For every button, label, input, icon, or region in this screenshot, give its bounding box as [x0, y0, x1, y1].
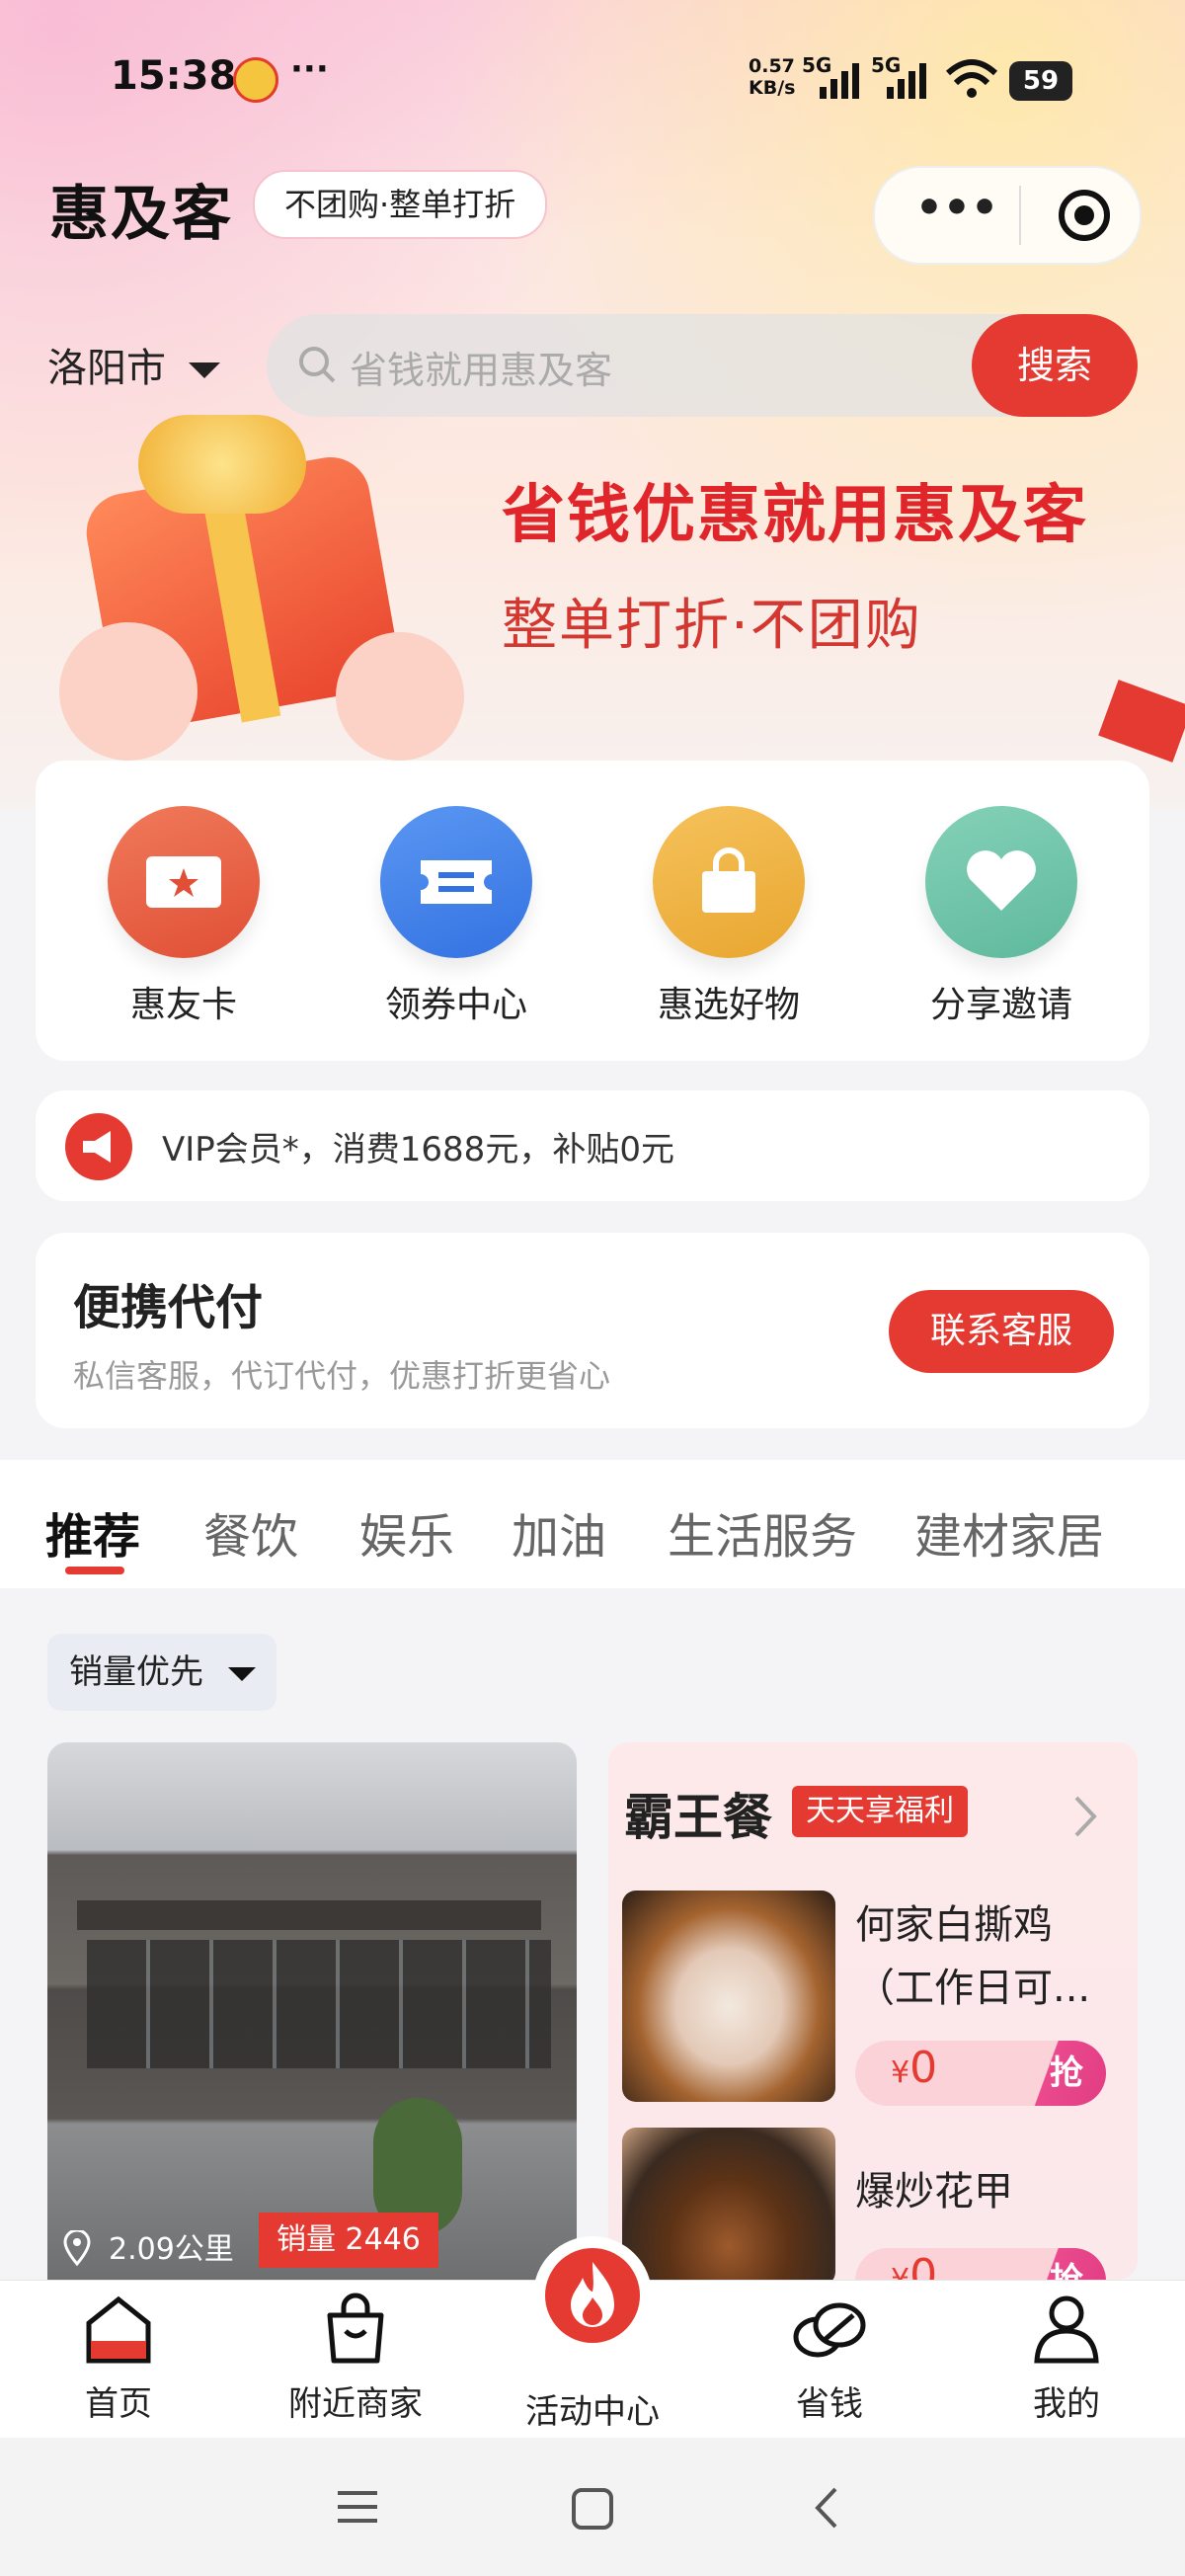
price-number: 0: [909, 2043, 938, 2093]
store-facade-band: [77, 1900, 541, 1930]
dish-image[interactable]: [622, 2128, 835, 2286]
hand-right: [336, 632, 464, 761]
tab-home-building[interactable]: 建材家居: [914, 1497, 1104, 1567]
contact-service-button[interactable]: 联系客服: [889, 1290, 1114, 1373]
net-speed: 0.57 KB/s: [749, 55, 796, 99]
weibo-icon: [233, 57, 278, 103]
status-dots: ···: [290, 49, 329, 89]
menu-icon[interactable]: [336, 2487, 379, 2527]
tab-entertainment[interactable]: 娱乐: [359, 1497, 454, 1567]
store-distance: 2.09公里: [109, 2232, 234, 2267]
notice-text: VIP会员*，消费1688元，补贴0元: [162, 1130, 674, 1169]
sort-dropdown[interactable]: 销量优先: [47, 1634, 276, 1711]
tab-recommend[interactable]: 推荐: [45, 1497, 140, 1567]
slogan-badge: 不团购·整单打折: [253, 170, 548, 239]
quick-action-goods[interactable]: 惠选好物: [630, 806, 828, 1027]
quick-action-huiyouka[interactable]: 惠友卡: [85, 806, 282, 1027]
app-title: 惠及客: [49, 180, 233, 249]
proxy-pay-subtitle: 私信客服，代订代付，优惠打折更省心: [73, 1357, 611, 1395]
miniapp-capsule: •••: [873, 166, 1142, 265]
battery-level: 59: [1022, 66, 1060, 96]
home-square-icon[interactable]: [571, 2487, 614, 2531]
dish-image[interactable]: [622, 1891, 835, 2102]
capsule-divider: [1019, 186, 1021, 245]
nav-label: 我的: [1033, 2384, 1100, 2424]
quick-action-coupons[interactable]: 领券中心: [357, 806, 555, 1027]
user-icon: [1034, 2295, 1099, 2364]
heart-icon: [925, 806, 1077, 958]
shopping-bag-icon: [653, 806, 805, 958]
nav-home[interactable]: 首页: [20, 2292, 217, 2425]
hand-left: [59, 622, 198, 761]
quick-action-invite[interactable]: 分享邀请: [903, 806, 1100, 1027]
chevron-right-icon[interactable]: [1070, 1794, 1100, 1839]
nav-save[interactable]: 省钱: [731, 2292, 928, 2425]
coins-icon: [793, 2302, 866, 2358]
back-icon[interactable]: [812, 2485, 841, 2531]
status-time: 15:38: [111, 53, 237, 99]
quick-action-label: 惠选好物: [657, 985, 800, 1025]
dish-name-line2: （工作日可...: [855, 1966, 1091, 2011]
caret-down-icon: [227, 1666, 256, 1681]
nav-label: 活动中心: [525, 2392, 660, 2432]
nav-label: 附近商家: [288, 2384, 423, 2424]
sort-label: 销量优先: [69, 1652, 203, 1692]
fire-icon: [545, 2248, 640, 2343]
tab-fuel[interactable]: 加油: [512, 1497, 606, 1567]
tab-life-services[interactable]: 生活服务: [668, 1497, 857, 1567]
quick-action-label: 惠友卡: [129, 985, 237, 1025]
red-envelope: [1098, 680, 1185, 763]
proxy-pay-title: 便携代付: [73, 1280, 264, 1335]
nav-nearby[interactable]: 附近商家: [257, 2292, 454, 2425]
signal-icon: [820, 63, 859, 99]
banner-subheadline: 整单打折·不团购: [502, 594, 922, 658]
megaphone-icon: [65, 1113, 132, 1180]
dish-price-button[interactable]: ¥0 抢: [855, 2041, 1106, 2106]
battery-icon: 59: [1009, 61, 1072, 101]
quick-action-label: 领券中心: [384, 985, 527, 1025]
dish-name: 爆炒花甲: [855, 2169, 1013, 2214]
store-card[interactable]: [47, 1742, 577, 2280]
more-icon[interactable]: •••: [912, 187, 1001, 237]
grab-button[interactable]: 抢: [1027, 2041, 1106, 2106]
nav-label: 省钱: [796, 2384, 863, 2424]
dish-name: 何家白撕鸡: [855, 1902, 1053, 1948]
nav-activity[interactable]: 活动中心: [494, 2378, 691, 2433]
star-card-icon: [108, 806, 260, 958]
nav-label: 首页: [85, 2384, 152, 2424]
tab-dining[interactable]: 餐饮: [203, 1497, 298, 1567]
nav-mine[interactable]: 我的: [968, 2292, 1165, 2425]
gift-bow: [138, 415, 306, 514]
wifi-icon: [945, 59, 998, 98]
banner-headline: 省钱优惠就用惠及客: [502, 479, 1088, 552]
store-windows: [87, 1940, 551, 2068]
quick-action-label: 分享邀请: [929, 985, 1072, 1025]
store-sales-badge: 销量 2446: [259, 2213, 438, 2268]
close-miniapp-icon[interactable]: [1057, 188, 1112, 243]
ticket-icon: [380, 806, 532, 958]
price-value: ¥0: [891, 2043, 937, 2093]
active-tab-indicator: [65, 1567, 124, 1574]
bag-icon: [327, 2293, 384, 2364]
home-icon: [86, 2295, 151, 2364]
free-meal-badge: 天天享福利: [792, 1786, 968, 1837]
free-meal-title: 霸王餐: [624, 1789, 772, 1846]
currency-symbol: ¥: [891, 2055, 910, 2090]
location-pin-icon: [63, 2230, 91, 2266]
signal-icon-2: [887, 63, 926, 99]
